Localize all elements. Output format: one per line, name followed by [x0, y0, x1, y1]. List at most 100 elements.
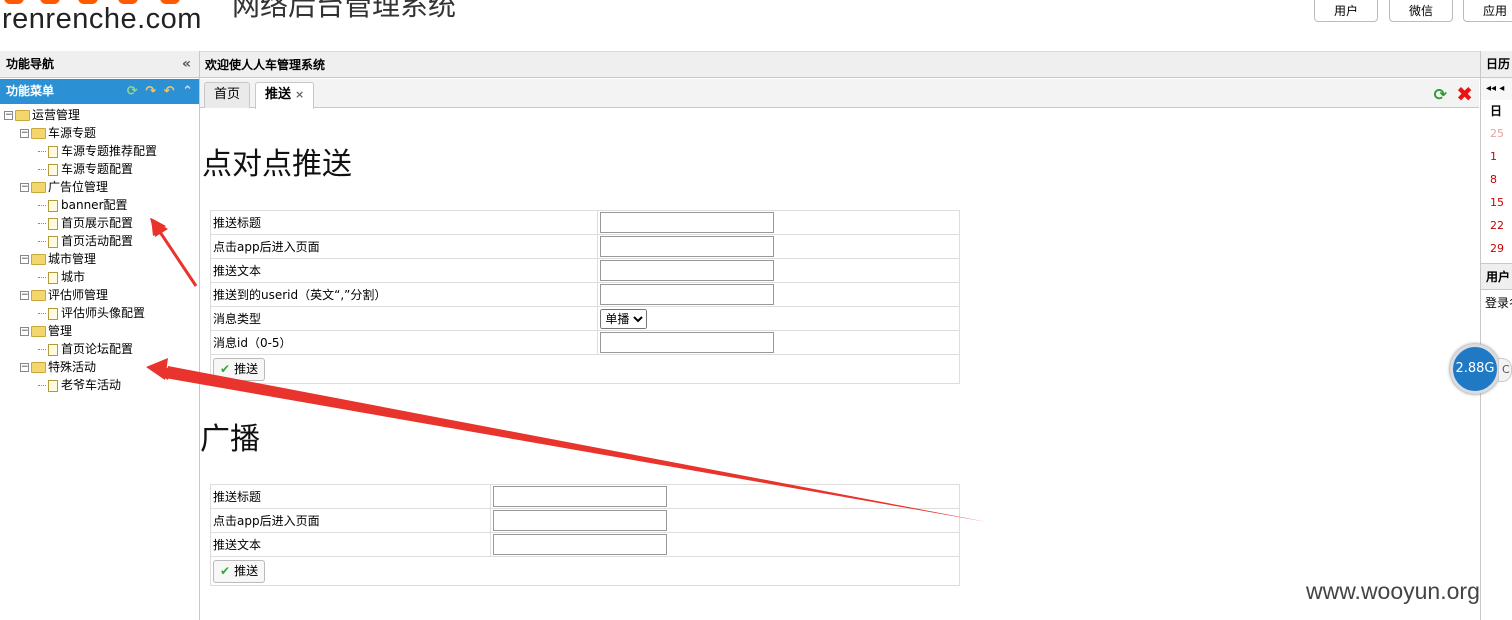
collapse-icon[interactable]: « — [182, 51, 191, 78]
form-row: 点击app后进入页面 — [210, 508, 961, 533]
tree-label: 评估师头像配置 — [61, 306, 146, 320]
watermark: www.wooyun.org — [1306, 578, 1480, 604]
field-cell — [597, 210, 960, 235]
user-button[interactable]: 用户 — [1314, 0, 1378, 22]
tree-folder[interactable]: − 广告位管理 — [20, 178, 108, 196]
calendar-day[interactable]: 1 — [1481, 145, 1512, 168]
tab-push[interactable]: 推送 × — [255, 82, 315, 109]
document-icon — [48, 217, 58, 230]
form-row: 推送标题 — [210, 484, 961, 509]
form-row: 消息id（0-5） — [209, 330, 960, 355]
calendar-day[interactable]: 25 — [1481, 122, 1512, 145]
collapse-toggle-icon[interactable]: − — [20, 363, 29, 372]
field-cell — [597, 234, 960, 259]
form-row: 推送文本 — [210, 532, 961, 557]
field-label: 推送文本 — [210, 532, 491, 557]
tree-label: 车源专题推荐配置 — [61, 144, 158, 158]
tree-label: 首页活动配置 — [61, 234, 134, 248]
refresh-icon[interactable]: ⟳ — [127, 84, 138, 99]
tree-item[interactable]: 首页展示配置 — [38, 214, 133, 232]
text-input[interactable] — [600, 212, 775, 233]
text-input[interactable] — [492, 486, 667, 507]
tree-item[interactable]: 城市 — [38, 268, 85, 286]
tree-item[interactable]: 首页活动配置 — [38, 232, 133, 250]
tree-item[interactable]: 评估师头像配置 — [38, 304, 145, 322]
collapse-toggle-icon[interactable]: − — [20, 327, 29, 336]
collapse-toggle-icon[interactable]: − — [20, 255, 29, 264]
tree-folder[interactable]: − 特殊活动 — [20, 358, 96, 376]
p2p-title: 点对点推送 — [202, 147, 352, 182]
tree-item[interactable]: 车源专题推荐配置 — [38, 142, 157, 160]
broadcast-form: 推送标题 点击app后进入页面 推送文本 ✔ 推送 — [210, 484, 961, 586]
field-cell — [489, 532, 961, 557]
calendar-day[interactable]: 29 — [1481, 237, 1512, 260]
app-button[interactable]: 应用 — [1463, 0, 1512, 22]
folder-icon — [31, 362, 46, 373]
close-all-tabs-icon[interactable]: ✖ — [1456, 82, 1473, 106]
tree-folder[interactable]: − 评估师管理 — [20, 286, 108, 304]
push-button-label: 推送 — [234, 563, 259, 578]
document-icon — [48, 343, 58, 356]
folder-icon — [31, 326, 46, 337]
collapse-toggle-icon[interactable]: − — [20, 129, 29, 138]
tree-item[interactable]: 车源专题配置 — [38, 160, 133, 178]
field-label: 推送标题 — [209, 210, 599, 235]
broadcast-title: 广播 — [200, 422, 260, 457]
p2p-push-button[interactable]: ✔ 推送 — [213, 357, 266, 381]
refresh-tabs-icon[interactable]: ⟳ — [1434, 85, 1447, 104]
push-button-label: 推送 — [234, 361, 259, 376]
tab-home[interactable]: 首页 — [204, 82, 251, 108]
user-panel-title: 用户 — [1481, 263, 1512, 290]
field-label: 点击app后进入页面 — [209, 234, 599, 259]
tree-folder[interactable]: − 城市管理 — [20, 250, 96, 268]
broadcast-push-button[interactable]: ✔ 推送 — [213, 559, 266, 583]
tree-item[interactable]: 老爷车活动 — [38, 376, 121, 394]
collapse-toggle-icon[interactable]: − — [4, 111, 13, 120]
calendar-day[interactable]: 8 — [1481, 168, 1512, 191]
calendar-day[interactable]: 15 — [1481, 191, 1512, 214]
tree-folder[interactable]: − 运营管理 — [4, 106, 80, 124]
close-icon[interactable]: × — [295, 88, 304, 101]
form-row: 消息类型 单播 — [209, 306, 960, 331]
tree-item[interactable]: banner配置 — [38, 196, 128, 214]
calendar-day[interactable]: 22 — [1481, 214, 1512, 237]
text-input[interactable] — [600, 284, 775, 305]
menu-header: 功能菜单 ⟳ ↷ ↶ ⌃ — [0, 79, 199, 104]
tree-folder[interactable]: − 管理 — [20, 322, 72, 340]
folder-icon — [31, 128, 46, 139]
collapse-all-icon[interactable]: ⌃ — [182, 84, 193, 99]
tree-label: 城市 — [61, 270, 86, 284]
undo-icon[interactable]: ↶ — [164, 84, 175, 99]
tree-item[interactable]: 首页论坛配置 — [38, 340, 133, 358]
field-label: 消息类型 — [209, 306, 599, 331]
tree-label: 评估师管理 — [48, 288, 109, 302]
sidebar-header: 功能导航 « — [0, 51, 199, 78]
collapse-toggle-icon[interactable]: − — [20, 183, 29, 192]
tree-label: 特殊活动 — [48, 360, 97, 374]
calendar-nav-icon[interactable]: ◂◂ ◂ — [1481, 78, 1512, 100]
tree-folder[interactable]: − 车源专题 — [20, 124, 96, 142]
document-icon — [48, 163, 58, 176]
message-type-select[interactable]: 单播 — [600, 308, 648, 329]
document-icon — [48, 307, 58, 320]
text-input[interactable] — [600, 332, 775, 353]
tree-line — [38, 349, 46, 350]
calendar-title: 日历 — [1481, 51, 1512, 78]
wechat-button[interactable]: 微信 — [1389, 0, 1453, 22]
text-input[interactable] — [492, 510, 667, 531]
field-cell — [489, 484, 961, 509]
field-label: 推送到的userid（英文“,”分割） — [209, 282, 599, 307]
document-icon — [48, 235, 58, 248]
form-row: 推送到的userid（英文“,”分割） — [209, 282, 960, 307]
tree-label: 运营管理 — [32, 108, 81, 122]
collapse-toggle-icon[interactable]: − — [20, 291, 29, 300]
tree-line — [38, 277, 46, 278]
text-input[interactable] — [492, 534, 667, 555]
text-input[interactable] — [600, 236, 775, 257]
submit-cell: ✔ 推送 — [210, 354, 960, 384]
text-input[interactable] — [600, 260, 775, 281]
redo-icon[interactable]: ↷ — [145, 84, 156, 99]
tab-bar: 首页 推送 × ⟳ ✖ — [200, 79, 1479, 109]
speed-ball[interactable]: 2.88G — [1450, 344, 1500, 394]
right-panel: 日历 ◂◂ ◂ 日 2518152229 用户 登录名 — [1480, 51, 1512, 620]
